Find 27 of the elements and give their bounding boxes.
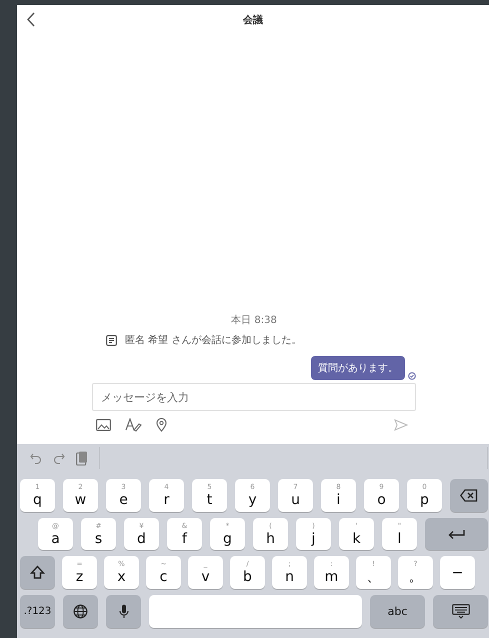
microphone-icon <box>118 604 128 620</box>
return-icon <box>448 528 466 540</box>
return-key[interactable] <box>425 518 488 550</box>
system-message: 匿名 希望 さんが会話に参加しました。 <box>125 334 302 347</box>
text-format-icon[interactable] <box>125 418 142 432</box>
message-field[interactable]: メッセージを入力 <box>92 383 416 411</box>
globe-key[interactable] <box>63 595 98 628</box>
globe-icon <box>73 604 88 620</box>
timestamp: 本日 8:38 <box>230 314 278 327</box>
image-icon[interactable] <box>96 419 111 431</box>
shift-icon <box>30 565 45 580</box>
note-icon <box>106 334 117 346</box>
back-icon[interactable] <box>26 12 35 27</box>
numbers-key[interactable]: .?123 <box>20 595 55 628</box>
key[interactable]: − <box>440 556 475 590</box>
location-icon[interactable] <box>156 418 167 432</box>
abc-key[interactable]: abc <box>370 595 425 628</box>
sent-status-icon <box>408 372 416 380</box>
shift-key[interactable] <box>20 556 55 590</box>
keyboard-icon <box>452 604 470 620</box>
backspace-key[interactable] <box>450 478 488 512</box>
hide-key[interactable] <box>433 595 488 628</box>
chat-title: 会議 <box>243 13 263 27</box>
backspace-icon <box>460 488 478 502</box>
mic-key[interactable] <box>106 595 141 628</box>
message-bubble: 質問があります。 <box>311 356 405 380</box>
paste-icon[interactable] <box>76 450 88 466</box>
